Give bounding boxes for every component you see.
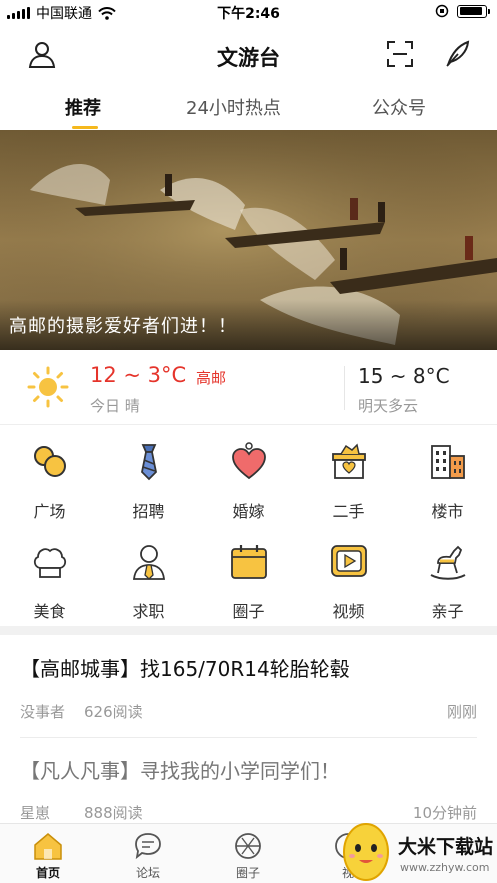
- video-play-icon: [330, 545, 367, 577]
- news-title: 【凡人凡事】寻找我的小学同学们！: [20, 759, 340, 783]
- tie-icon: [140, 444, 157, 481]
- news-read-count: 626阅读: [84, 703, 143, 721]
- heart-icon: [231, 442, 266, 480]
- secondhand-box-icon: [331, 443, 366, 479]
- category-job-seeking[interactable]: 求职: [99, 530, 198, 622]
- building-icon: [430, 445, 465, 479]
- news-time: 刚刚: [446, 703, 477, 721]
- category-label: 广场: [33, 502, 66, 521]
- home-icon: [34, 833, 62, 860]
- page-title: 文游台: [217, 46, 280, 70]
- tabbar-label: 首页: [35, 866, 60, 880]
- category-food[interactable]: 美食: [0, 530, 99, 622]
- category-plaza[interactable]: 广场: [0, 430, 99, 522]
- weather-divider: [344, 366, 345, 410]
- mascot-logo-icon: [343, 823, 389, 881]
- job-seeker-icon: [132, 545, 165, 580]
- news-item[interactable]: 【高邮城事】找165/70R14轮胎轮毂 没事者 626阅读 刚刚: [0, 635, 497, 735]
- section-separator: [0, 626, 497, 635]
- today-temperature: 12 ~ 3°C: [90, 363, 187, 387]
- category-label: 婚嫁: [232, 502, 265, 521]
- site-watermark: 大米下载站 www.zzhyw.com: [330, 818, 497, 883]
- category-grid: 广场 招聘 婚嫁 二手 楼市 美食 求职 圈子 视频 亲子: [0, 430, 497, 625]
- news-title: 【高邮城事】找165/70R14轮胎轮毂: [20, 657, 350, 681]
- tabbar-label: 论坛: [135, 866, 160, 880]
- category-circle[interactable]: 圈子: [199, 530, 298, 622]
- status-bar: 中国联通 下午2:46: [0, 0, 497, 24]
- watermark-name: 大米下载站: [398, 836, 494, 858]
- category-recruitment[interactable]: 招聘: [99, 430, 198, 522]
- news-author: 星崽: [20, 804, 51, 822]
- nav-bar: 文游台: [0, 26, 497, 82]
- tabbar-forum[interactable]: 论坛: [118, 830, 178, 881]
- aperture-icon: [235, 833, 261, 859]
- tab-official-accounts[interactable]: 公众号: [372, 94, 426, 120]
- category-label: 美食: [33, 602, 66, 621]
- tomorrow-weather-desc: 明天多云: [358, 397, 419, 415]
- category-label: 求职: [132, 602, 165, 621]
- category-marriage[interactable]: 婚嫁: [199, 430, 298, 522]
- top-tabs: 推荐 24小时热点 公众号: [0, 86, 497, 130]
- scan-icon[interactable]: [384, 38, 416, 70]
- today-weather-desc: 今日 晴: [90, 397, 140, 415]
- orientation-lock-icon: [435, 4, 449, 18]
- category-secondhand[interactable]: 二手: [299, 430, 398, 522]
- news-read-count: 888阅读: [84, 804, 143, 822]
- tab-24h-hot[interactable]: 24小时热点: [186, 94, 281, 120]
- calendar-icon: [230, 545, 267, 579]
- tomorrow-temperature: 15 ~ 8°C: [358, 364, 450, 388]
- news-item[interactable]: 【凡人凡事】寻找我的小学同学们！ 星崽 888阅读 10分钟前: [0, 738, 497, 823]
- feather-pen-icon[interactable]: [442, 38, 474, 70]
- tabbar-home[interactable]: 首页: [18, 830, 78, 881]
- banner-caption: 高邮的摄影爱好者们进！！: [9, 316, 237, 337]
- weather-widget[interactable]: 12 ~ 3°C 高邮 今日 晴 15 ~ 8°C 明天多云: [0, 350, 497, 425]
- tabbar-label: 圈子: [235, 866, 260, 880]
- sun-icon: [27, 366, 69, 408]
- category-parenting[interactable]: 亲子: [398, 530, 497, 622]
- status-time: 下午2:46: [217, 6, 280, 22]
- category-real-estate[interactable]: 楼市: [398, 430, 497, 522]
- plaza-icon: [33, 446, 66, 477]
- tabbar-circle[interactable]: 圈子: [218, 830, 278, 881]
- category-label: 圈子: [232, 602, 265, 621]
- category-label: 视频: [332, 602, 365, 621]
- battery-icon: [457, 4, 490, 18]
- chef-hat-icon: [33, 548, 66, 578]
- category-label: 二手: [332, 502, 365, 521]
- weather-city: 高邮: [196, 369, 227, 387]
- rocking-horse-icon: [430, 545, 465, 580]
- watermark-url: www.zzhyw.com: [400, 861, 490, 874]
- category-label: 招聘: [132, 502, 165, 521]
- chat-bubble-icon: [135, 833, 161, 860]
- news-author: 没事者: [20, 703, 66, 721]
- category-video[interactable]: 视频: [299, 530, 398, 622]
- category-label: 楼市: [431, 502, 464, 521]
- tab-recommend[interactable]: 推荐: [65, 94, 101, 120]
- banner-carousel[interactable]: 高邮的摄影爱好者们进！！: [0, 130, 497, 350]
- tab-indicator: [72, 126, 98, 129]
- category-label: 亲子: [431, 602, 464, 621]
